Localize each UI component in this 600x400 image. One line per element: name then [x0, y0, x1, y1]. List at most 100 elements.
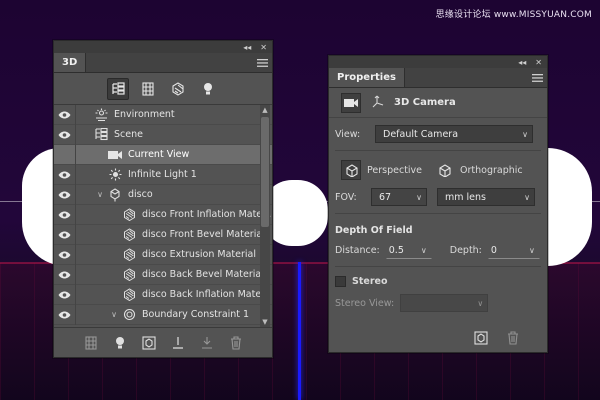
- orthographic-icon[interactable]: [434, 160, 454, 180]
- chevron-down-icon: ∨: [420, 245, 427, 255]
- layer-label: Current View: [128, 149, 190, 160]
- visibility-eye-icon[interactable]: [54, 144, 76, 165]
- panel-properties: ◂◂ ✕ Properties 3D Camera View: Default …: [328, 55, 548, 353]
- layer-row[interactable]: Environment: [54, 105, 272, 125]
- fov-input[interactable]: 67 ∨: [371, 188, 427, 206]
- mesh-add-icon[interactable]: [82, 334, 100, 352]
- layer-row[interactable]: disco Front Bevel Material: [54, 224, 272, 245]
- material-icon: [120, 286, 138, 304]
- scrollbar[interactable]: ▲ ▼: [260, 105, 270, 327]
- chevron-down-icon: ∨: [522, 129, 528, 139]
- panel-3d-bottom-bar: [54, 327, 272, 357]
- layer-row[interactable]: Infinite Light 1: [54, 164, 272, 185]
- delete-icon[interactable]: [505, 330, 521, 346]
- mesh-icon: [106, 186, 124, 204]
- view-select[interactable]: Default Camera ∨: [375, 125, 533, 143]
- material-icon: [120, 206, 138, 224]
- visibility-eye-icon[interactable]: [54, 124, 76, 145]
- layer-row[interactable]: disco Front Inflation Mate...: [54, 204, 272, 225]
- divider: [335, 213, 541, 214]
- perspective-icon[interactable]: [341, 160, 361, 180]
- distance-input[interactable]: 0.5 ∨: [385, 241, 432, 259]
- chevron-down-icon: ∨: [529, 245, 535, 255]
- scene-icon: [92, 126, 110, 144]
- panel-topbar: ◂◂ ✕: [329, 56, 547, 68]
- fov-value: 67: [379, 191, 392, 203]
- layer-label: disco Extrusion Material: [142, 249, 256, 260]
- dof-row: Distance: 0.5 ∨ Depth: 0 ∨: [335, 238, 541, 262]
- perspective-label[interactable]: Perspective: [367, 165, 422, 176]
- distance-value: 0.5: [388, 244, 404, 256]
- visibility-eye-icon[interactable]: [54, 264, 76, 285]
- whole-scene-filter-icon[interactable]: [107, 77, 129, 100]
- projection-row: Perspective Orthographic: [335, 155, 541, 185]
- depth-of-field-title: Depth Of Field: [335, 224, 413, 236]
- tab-3d[interactable]: 3D: [54, 53, 87, 72]
- view-select-value: Default Camera: [383, 128, 459, 140]
- axis-line: [298, 262, 301, 400]
- stereo-view-row: Stereo View: ∨: [335, 291, 541, 315]
- visibility-eye-icon[interactable]: [54, 105, 76, 125]
- layer-label: disco: [128, 189, 153, 200]
- scroll-up-icon[interactable]: ▲: [260, 105, 270, 115]
- add-light-icon[interactable]: [111, 334, 129, 352]
- layer-row[interactable]: ∨ disco: [54, 184, 272, 205]
- camera-icon: [106, 146, 124, 164]
- visibility-eye-icon[interactable]: [54, 164, 76, 185]
- tab-row: 3D: [54, 53, 272, 73]
- visibility-eye-icon[interactable]: [54, 204, 76, 225]
- layer-label: Boundary Constraint 1: [142, 309, 250, 320]
- panel-menu-icon[interactable]: [527, 68, 547, 87]
- panel-menu-icon[interactable]: [252, 53, 272, 72]
- visibility-eye-icon[interactable]: [54, 184, 76, 205]
- depth-input[interactable]: 0 ∨: [487, 241, 540, 259]
- render-icon[interactable]: [140, 334, 158, 352]
- layer-row[interactable]: Scene: [54, 124, 272, 145]
- visibility-eye-icon[interactable]: [54, 244, 76, 265]
- camera-icon[interactable]: [341, 92, 361, 113]
- stereo-view-select[interactable]: ∨: [400, 294, 489, 312]
- ground-shadow-icon[interactable]: [169, 334, 187, 352]
- tab-properties[interactable]: Properties: [329, 68, 405, 87]
- layer-row[interactable]: disco Back Bevel Material: [54, 264, 272, 285]
- filter-toolbar: [54, 73, 272, 105]
- distance-label: Distance:: [335, 244, 380, 256]
- scroll-thumb[interactable]: [261, 117, 269, 227]
- drop-to-plane-icon[interactable]: [198, 334, 216, 352]
- delete-icon[interactable]: [227, 334, 245, 352]
- visibility-eye-icon[interactable]: [54, 284, 76, 305]
- orthographic-label[interactable]: Orthographic: [460, 165, 523, 176]
- lights-filter-icon[interactable]: [197, 78, 219, 100]
- environment-icon: [92, 106, 110, 124]
- collapse-icon[interactable]: ◂◂: [243, 43, 251, 52]
- fov-unit-select[interactable]: mm lens ∨: [437, 188, 535, 206]
- visibility-eye-icon[interactable]: [54, 224, 76, 245]
- collapse-icon[interactable]: ◂◂: [518, 58, 526, 67]
- fov-label: FOV:: [335, 191, 357, 203]
- stereo-checkbox[interactable]: [335, 275, 346, 287]
- visibility-eye-icon[interactable]: [54, 304, 76, 325]
- chevron-down-icon: ∨: [477, 298, 484, 308]
- layer-row[interactable]: Current View: [54, 144, 272, 165]
- expand-chevron-icon[interactable]: ∨: [94, 190, 106, 199]
- layer-row[interactable]: disco Extrusion Material: [54, 244, 272, 265]
- view-label: View:: [335, 128, 361, 140]
- close-icon[interactable]: ✕: [260, 43, 267, 52]
- expand-chevron-icon[interactable]: ∨: [108, 310, 120, 319]
- constraint-icon: [120, 306, 138, 324]
- stereo-label[interactable]: Stereo: [352, 276, 387, 287]
- close-icon[interactable]: ✕: [535, 58, 542, 67]
- coordinates-icon[interactable]: [371, 95, 384, 111]
- materials-filter-icon[interactable]: [167, 78, 189, 100]
- panel-3d: ◂◂ ✕ 3D Environment Scene Current View Infi…: [53, 40, 273, 358]
- meshes-filter-icon[interactable]: [137, 78, 159, 100]
- render-icon[interactable]: [473, 330, 489, 346]
- material-icon: [120, 246, 138, 264]
- properties-title: 3D Camera: [394, 97, 456, 108]
- layer-label: disco Front Bevel Material: [142, 229, 265, 240]
- properties-body: View: Default Camera ∨ Perspective Ortho…: [329, 118, 547, 315]
- layer-row[interactable]: ∨ Boundary Constraint 1: [54, 304, 272, 325]
- layer-row[interactable]: disco Back Inflation Mate...: [54, 284, 272, 305]
- divider: [335, 266, 541, 267]
- scroll-down-icon[interactable]: ▼: [260, 317, 270, 327]
